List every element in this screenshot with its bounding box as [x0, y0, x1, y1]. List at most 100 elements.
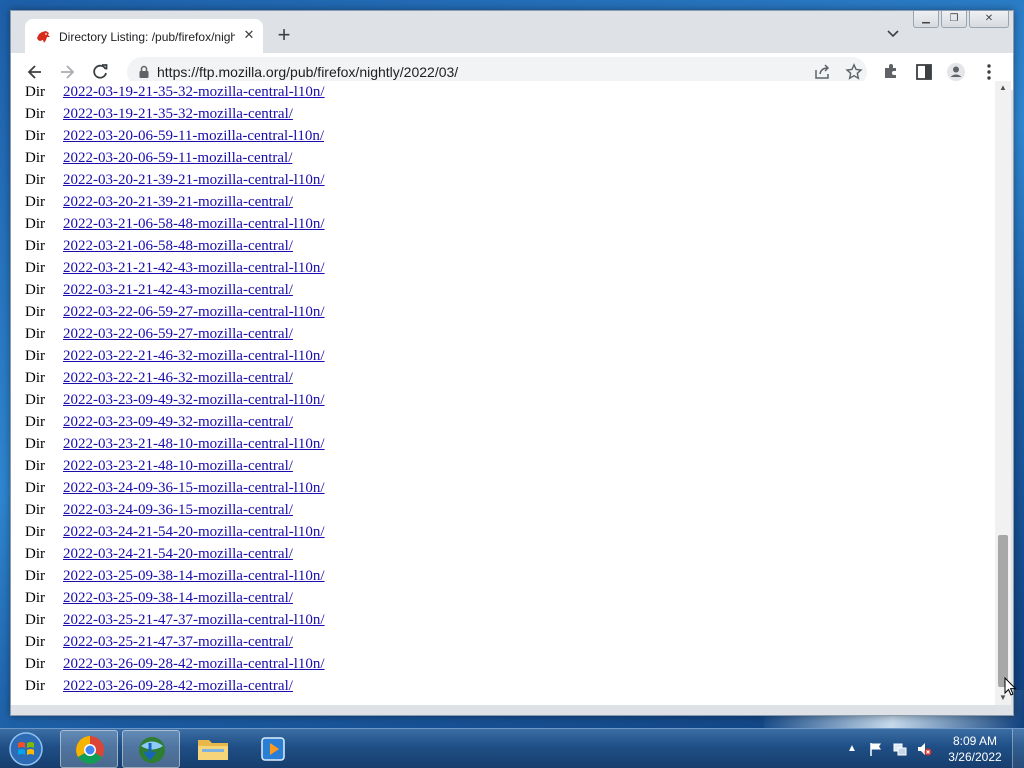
listing-row: Dir 2022-03-20-06-59-11-mozilla-central/ — [25, 147, 725, 169]
listing-row: Dir 2022-03-21-21-42-43-mozilla-central-l… — [25, 257, 725, 279]
entry-type-label: Dir — [25, 480, 45, 496]
directory-link[interactable]: 2022-03-25-21-47-37-mozilla-central-l10n… — [63, 609, 325, 631]
tab-search-chevron-icon[interactable] — [885, 27, 901, 41]
page-content: Dir 2022-03-19-21-35-32-mozilla-central-l… — [11, 81, 997, 705]
directory-link[interactable]: 2022-03-23-21-48-10-mozilla-central-l10n… — [63, 433, 325, 455]
clock-time: 8:09 AM — [952, 734, 998, 748]
action-center-flag-icon[interactable] — [868, 741, 884, 757]
system-tray: ▲ — [844, 739, 932, 759]
scrollbar-thumb[interactable] — [998, 535, 1008, 687]
directory-link[interactable]: 2022-03-20-06-59-11-mozilla-central-l10n… — [63, 125, 324, 147]
entry-type-label: Dir — [25, 326, 45, 342]
listing-row: Dir 2022-03-25-21-47-37-mozilla-central/ — [25, 631, 725, 653]
listing-row: Dir 2022-03-20-21-39-21-mozilla-central-l… — [25, 169, 725, 191]
listing-row: Dir 2022-03-26-09-28-42-mozilla-central/ — [25, 675, 725, 697]
network-icon[interactable] — [892, 741, 908, 757]
directory-link[interactable]: 2022-03-23-09-49-32-mozilla-central-l10n… — [63, 389, 325, 411]
entry-type-label: Dir — [25, 370, 45, 386]
entry-type-label: Dir — [25, 304, 45, 320]
directory-link[interactable]: 2022-03-23-21-48-10-mozilla-central/ — [63, 455, 293, 477]
directory-link[interactable]: 2022-03-24-09-36-15-mozilla-central-l10n… — [63, 477, 325, 499]
bookmark-star-icon[interactable] — [845, 63, 863, 81]
directory-link[interactable]: 2022-03-25-21-47-37-mozilla-central/ — [63, 631, 293, 653]
entry-type-label: Dir — [25, 458, 45, 474]
clock-date: 3/26/2022 — [948, 750, 1002, 764]
directory-link[interactable]: 2022-03-20-06-59-11-mozilla-central/ — [63, 147, 292, 169]
vertical-scrollbar[interactable]: ▲ ▼ — [995, 81, 1011, 705]
idm-icon — [139, 737, 165, 763]
new-tab-icon[interactable]: + — [273, 24, 295, 47]
profile-avatar-icon[interactable] — [946, 62, 966, 82]
directory-link[interactable]: 2022-03-20-21-39-21-mozilla-central/ — [63, 191, 293, 213]
close-button[interactable]: ✕ — [969, 11, 1009, 28]
entry-type-label: Dir — [25, 590, 45, 606]
entry-type-label: Dir — [25, 634, 45, 650]
entry-type-label: Dir — [25, 392, 45, 408]
directory-link[interactable]: 2022-03-20-21-39-21-mozilla-central-l10n… — [63, 169, 325, 191]
directory-link[interactable]: 2022-03-23-09-49-32-mozilla-central/ — [63, 411, 293, 433]
chrome-icon — [76, 736, 104, 764]
taskbar-file-explorer[interactable] — [184, 730, 242, 768]
entry-type-label: Dir — [25, 84, 45, 100]
minimize-button[interactable]: ▁ — [913, 11, 939, 28]
directory-link[interactable]: 2022-03-22-06-59-27-mozilla-central-l10n… — [63, 301, 325, 323]
directory-link[interactable]: 2022-03-22-21-46-32-mozilla-central/ — [63, 367, 293, 389]
entry-type-label: Dir — [25, 656, 45, 672]
entry-type-label: Dir — [25, 216, 45, 232]
taskbar-idm[interactable] — [122, 730, 180, 768]
listing-row: Dir 2022-03-22-06-59-27-mozilla-central/ — [25, 323, 725, 345]
directory-link[interactable]: 2022-03-24-09-36-15-mozilla-central/ — [63, 499, 293, 521]
tab-strip: Directory Listing: /pub/firefox/nightly/… — [11, 11, 1013, 53]
listing-row: Dir 2022-03-23-09-49-32-mozilla-central/ — [25, 411, 725, 433]
listing-row: Dir 2022-03-22-21-46-32-mozilla-central/ — [25, 367, 725, 389]
directory-link[interactable]: 2022-03-25-09-38-14-mozilla-central-l10n… — [63, 565, 325, 587]
entry-type-label: Dir — [25, 238, 45, 254]
tab-close-icon[interactable]: ✕ — [241, 27, 257, 43]
directory-link[interactable]: 2022-03-26-09-28-42-mozilla-central-l10n… — [63, 653, 325, 675]
taskbar-media-player[interactable] — [246, 730, 304, 768]
listing-row: Dir 2022-03-23-21-48-10-mozilla-central/ — [25, 455, 725, 477]
listing-row: Dir 2022-03-23-21-48-10-mozilla-central-l… — [25, 433, 725, 455]
listing-row: Dir 2022-03-25-21-47-37-mozilla-central-l… — [25, 609, 725, 631]
listing-row: Dir 2022-03-25-09-38-14-mozilla-central/ — [25, 587, 725, 609]
mozilla-dino-icon — [37, 31, 50, 43]
restore-button[interactable]: ❐ — [941, 11, 967, 28]
taskbar-clock[interactable]: 8:09 AM 3/26/2022 — [940, 733, 1010, 765]
lock-icon[interactable] — [137, 65, 151, 79]
speaker-muted-icon[interactable] — [916, 741, 932, 757]
scroll-up-arrow-icon[interactable]: ▲ — [995, 81, 1011, 95]
directory-link[interactable]: 2022-03-22-21-46-32-mozilla-central-l10n… — [63, 345, 325, 367]
directory-link[interactable]: 2022-03-21-06-58-48-mozilla-central-l10n… — [63, 213, 325, 235]
entry-type-label: Dir — [25, 348, 45, 364]
back-arrow-icon[interactable] — [25, 62, 45, 82]
listing-row: Dir 2022-03-22-21-46-32-mozilla-central-l… — [25, 345, 725, 367]
directory-link[interactable]: 2022-03-21-06-58-48-mozilla-central/ — [63, 235, 293, 257]
listing-row: Dir 2022-03-21-06-58-48-mozilla-central-l… — [25, 213, 725, 235]
file-explorer-icon — [198, 740, 228, 760]
share-icon[interactable] — [813, 63, 831, 81]
side-panel-icon[interactable] — [914, 62, 934, 82]
entry-type-label: Dir — [25, 678, 45, 694]
directory-link[interactable]: 2022-03-22-06-59-27-mozilla-central/ — [63, 323, 293, 345]
directory-link[interactable]: 2022-03-21-21-42-43-mozilla-central-l10n… — [63, 257, 325, 279]
listing-row: Dir 2022-03-24-09-36-15-mozilla-central/ — [25, 499, 725, 521]
extensions-puzzle-icon[interactable] — [881, 62, 901, 82]
menu-dots-icon[interactable] — [979, 62, 999, 82]
directory-link[interactable]: 2022-03-19-21-35-32-mozilla-central/ — [63, 103, 293, 125]
browser-tab[interactable]: Directory Listing: /pub/firefox/nightly/… — [25, 19, 263, 53]
start-button-windows-icon[interactable] — [4, 731, 48, 767]
directory-link[interactable]: 2022-03-26-09-28-42-mozilla-central/ — [63, 675, 293, 697]
show-desktop-button[interactable] — [1012, 729, 1024, 768]
entry-type-label: Dir — [25, 106, 45, 122]
directory-link[interactable]: 2022-03-19-21-35-32-mozilla-central-l10n… — [63, 81, 325, 103]
listing-row: Dir 2022-03-21-21-42-43-mozilla-central/ — [25, 279, 725, 301]
show-hidden-icons-arrow-icon[interactable]: ▲ — [844, 741, 860, 757]
listing-row: Dir 2022-03-24-21-54-20-mozilla-central/ — [25, 543, 725, 565]
taskbar-chrome[interactable] — [60, 730, 118, 768]
directory-link[interactable]: 2022-03-24-21-54-20-mozilla-central-l10n… — [63, 521, 325, 543]
reload-icon[interactable] — [90, 62, 110, 82]
directory-link[interactable]: 2022-03-24-21-54-20-mozilla-central/ — [63, 543, 293, 565]
forward-arrow-icon[interactable] — [57, 62, 77, 82]
directory-link[interactable]: 2022-03-25-09-38-14-mozilla-central/ — [63, 587, 293, 609]
directory-link[interactable]: 2022-03-21-21-42-43-mozilla-central/ — [63, 279, 293, 301]
